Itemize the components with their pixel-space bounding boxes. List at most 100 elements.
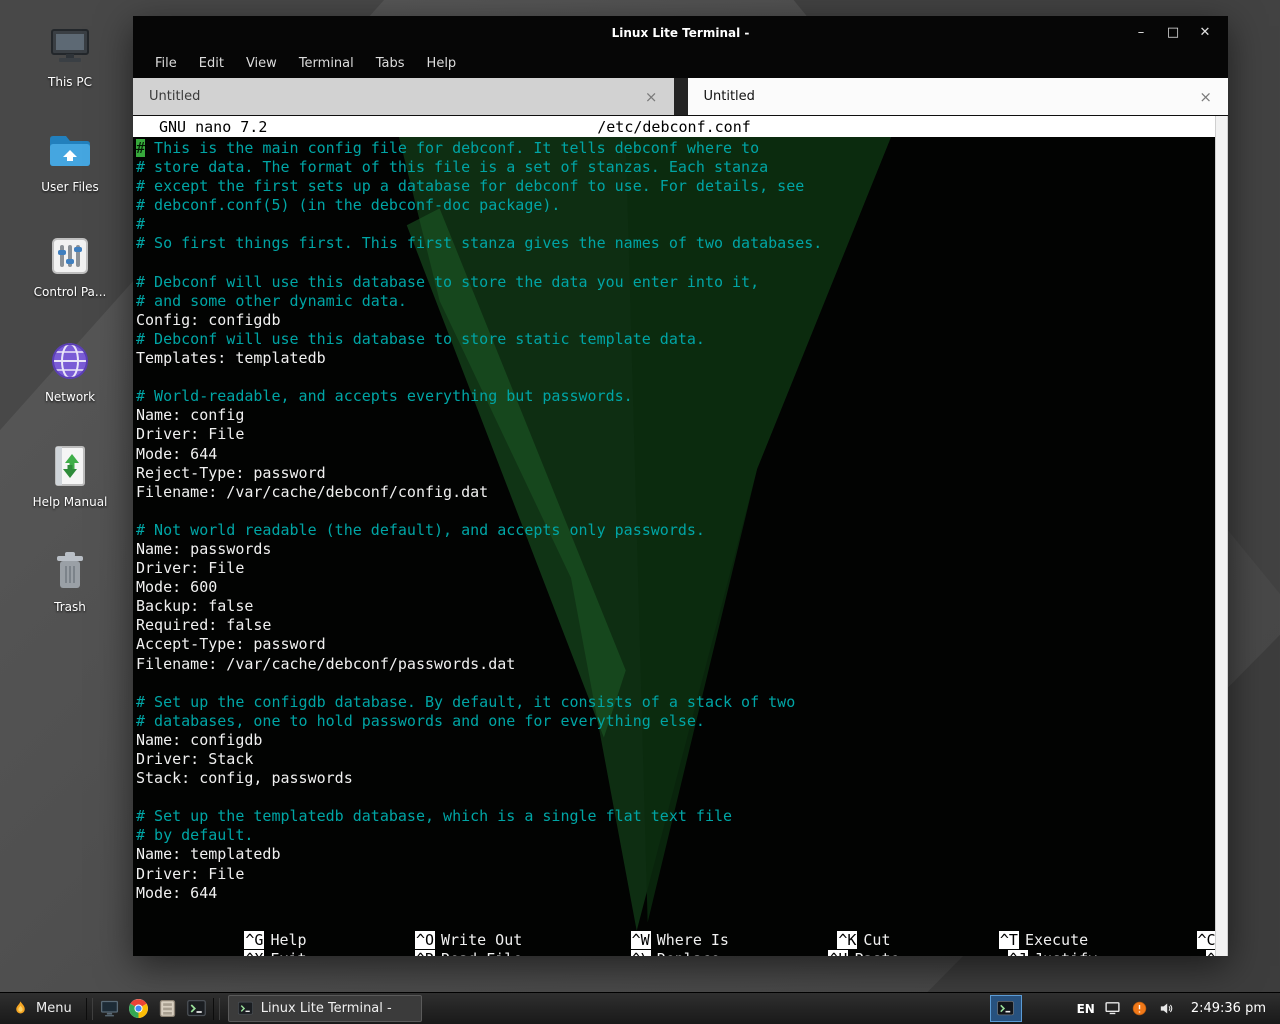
desktop-icon[interactable]: User Files <box>26 127 114 194</box>
terminal-line: Driver: File <box>136 865 1208 884</box>
terminal-line: Name: passwords <box>136 540 1208 559</box>
nano-shortcut[interactable]: ^UPaste <box>720 931 900 950</box>
terminal-line: # databases, one to hold passwords and o… <box>136 712 1208 731</box>
taskbar-window-button[interactable]: Linux Lite Terminal - <box>228 995 422 1022</box>
scrollbar-thumb[interactable] <box>1216 116 1227 956</box>
nano-shortcut[interactable]: ^XExit <box>136 931 307 950</box>
maximize-button[interactable]: □ <box>1166 26 1180 40</box>
menu-item[interactable]: Tabs <box>365 56 416 71</box>
terminal-line: # store data. The format of this file is… <box>136 158 1208 177</box>
window-titlebar[interactable]: Linux Lite Terminal - – □ ✕ <box>133 16 1228 49</box>
minimize-button[interactable]: – <box>1134 26 1148 40</box>
desktop-icon-label: User Files <box>41 180 99 194</box>
terminal-line: Accept-Type: password <box>136 635 1208 654</box>
nano-shortcut[interactable]: ^JJustify <box>900 931 1098 950</box>
menu-item[interactable]: Terminal <box>288 56 365 71</box>
quick-launch <box>95 995 211 1022</box>
terminal-line: Mode: 600 <box>136 578 1208 597</box>
terminal-line: Mode: 644 <box>136 884 1208 903</box>
terminal-line: Driver: File <box>136 559 1208 578</box>
terminal-tab[interactable]: Untitled × <box>133 78 674 115</box>
taskbar-separator <box>213 998 220 1020</box>
terminal-line: Filename: /var/cache/debconf/passwords.d… <box>136 655 1208 674</box>
terminal-line <box>136 368 1208 387</box>
terminal-line: # World-readable, and accepts everything… <box>136 387 1208 406</box>
shortcut-label: Justify <box>1034 950 1097 956</box>
desktop-icon-column: This PC User Files Control Pa... Network… <box>26 22 114 614</box>
clock[interactable]: 2:49:36 pm <box>1185 1001 1272 1016</box>
terminal-line: # debconf.conf(5) (in the debconf-doc pa… <box>136 196 1208 215</box>
flame-icon <box>12 1000 29 1017</box>
terminal-line <box>136 254 1208 273</box>
terminal-line: Filename: /var/cache/debconf/config.dat <box>136 483 1208 502</box>
nano-shortcut-bar: ^GHelp ^OWrite Out ^WWhere Is ^KCut ^TEx… <box>136 912 1208 950</box>
taskbar: Menu Linux Lite Terminal - EN 2:49:36 pm <box>0 992 1280 1024</box>
menu-item[interactable]: Edit <box>188 56 235 71</box>
terminal-line: Name: configdb <box>136 731 1208 750</box>
nano-shortcut[interactable]: ^\Replace <box>522 931 720 950</box>
terminal-window: Linux Lite Terminal - – □ ✕ FileEditViewTe… <box>133 16 1228 956</box>
desktop-icon[interactable]: Network <box>26 337 114 404</box>
language-indicator[interactable]: EN <box>1077 1002 1095 1016</box>
desktop-icon-label: Trash <box>54 600 86 614</box>
terminal-line: # <box>136 215 1208 234</box>
terminal-line: # Set up the configdb database. By defau… <box>136 693 1208 712</box>
file-manager-icon[interactable] <box>154 995 181 1022</box>
nano-shortcut[interactable]: ^TExecute <box>891 912 1089 931</box>
nano-shortcut[interactable]: ^CLocation <box>1088 912 1228 931</box>
desktop-icon-label: Help Manual <box>33 495 108 509</box>
desktop-icon[interactable]: Trash <box>26 547 114 614</box>
menu-item[interactable]: Help <box>416 56 468 71</box>
display-icon[interactable] <box>1104 1000 1122 1018</box>
nano-shortcut[interactable]: ^WWhere Is <box>522 912 729 931</box>
nano-shortcut[interactable]: ^OWrite Out <box>307 912 523 931</box>
nano-shortcut[interactable]: ^GHelp <box>136 912 307 931</box>
terminal-icon <box>996 999 1015 1018</box>
terminal-line: Name: config <box>136 406 1208 425</box>
system-tray: EN 2:49:36 pm <box>990 995 1280 1022</box>
desktop-icon[interactable]: Help Manual <box>26 442 114 509</box>
tab-label: Untitled <box>704 89 755 104</box>
chrome-icon[interactable] <box>125 995 152 1022</box>
desktop-icon[interactable]: Control Pa... <box>26 232 114 299</box>
terminal-line: Config: configdb <box>136 311 1208 330</box>
volume-icon[interactable] <box>1158 1000 1176 1018</box>
window-title: Linux Lite Terminal - <box>133 26 1228 40</box>
show-desktop-icon[interactable] <box>96 995 123 1022</box>
menu-item[interactable]: File <box>144 56 188 71</box>
terminal-line <box>136 788 1208 807</box>
start-menu-button[interactable]: Menu <box>0 993 84 1024</box>
nano-shortcut[interactable]: ^/Go To Line <box>1097 931 1228 950</box>
taskbar-separator <box>86 998 93 1020</box>
nano-lines: # This is the main config file for debco… <box>133 137 1228 903</box>
nano-shortcut[interactable]: ^RRead File <box>307 931 523 950</box>
terminal-line: # This is the main config file for debco… <box>136 139 1208 158</box>
terminal-icon <box>237 1000 254 1017</box>
tab-close-icon[interactable]: × <box>1199 88 1212 106</box>
trash-icon <box>46 547 94 595</box>
nano-cursor: # <box>136 139 145 157</box>
shortcut-label: Paste <box>854 950 899 956</box>
terminal-line: # Not world readable (the default), and … <box>136 521 1208 540</box>
tray-terminal-button[interactable] <box>990 995 1022 1022</box>
desktop-icon[interactable]: This PC <box>26 22 114 89</box>
desktop-icon-label: This PC <box>48 75 92 89</box>
terminal-line: Driver: Stack <box>136 750 1208 769</box>
terminal-line: # Debconf will use this database to stor… <box>136 273 1208 292</box>
network-icon <box>46 337 94 385</box>
shortcut-label: Replace <box>657 950 720 956</box>
nano-filename: /etc/debconf.conf <box>133 118 1215 136</box>
tab-bar: Untitled × Untitled × <box>133 78 1228 116</box>
menu-item[interactable]: View <box>235 56 288 71</box>
scrollbar[interactable] <box>1215 116 1228 956</box>
update-notifier-icon[interactable] <box>1131 1000 1149 1018</box>
shortcut-key: ^J <box>1008 950 1028 956</box>
menu-bar: FileEditViewTerminalTabsHelp <box>133 49 1228 78</box>
nano-shortcut[interactable]: ^KCut <box>729 912 891 931</box>
terminal-content[interactable]: GNU nano 7.2 /etc/debconf.conf # This is… <box>133 116 1228 956</box>
shortcut-key: ^\ <box>631 950 651 956</box>
terminal-icon[interactable] <box>183 995 210 1022</box>
terminal-tab[interactable]: Untitled × <box>688 78 1229 115</box>
close-button[interactable]: ✕ <box>1198 26 1212 40</box>
tab-close-icon[interactable]: × <box>645 88 658 106</box>
